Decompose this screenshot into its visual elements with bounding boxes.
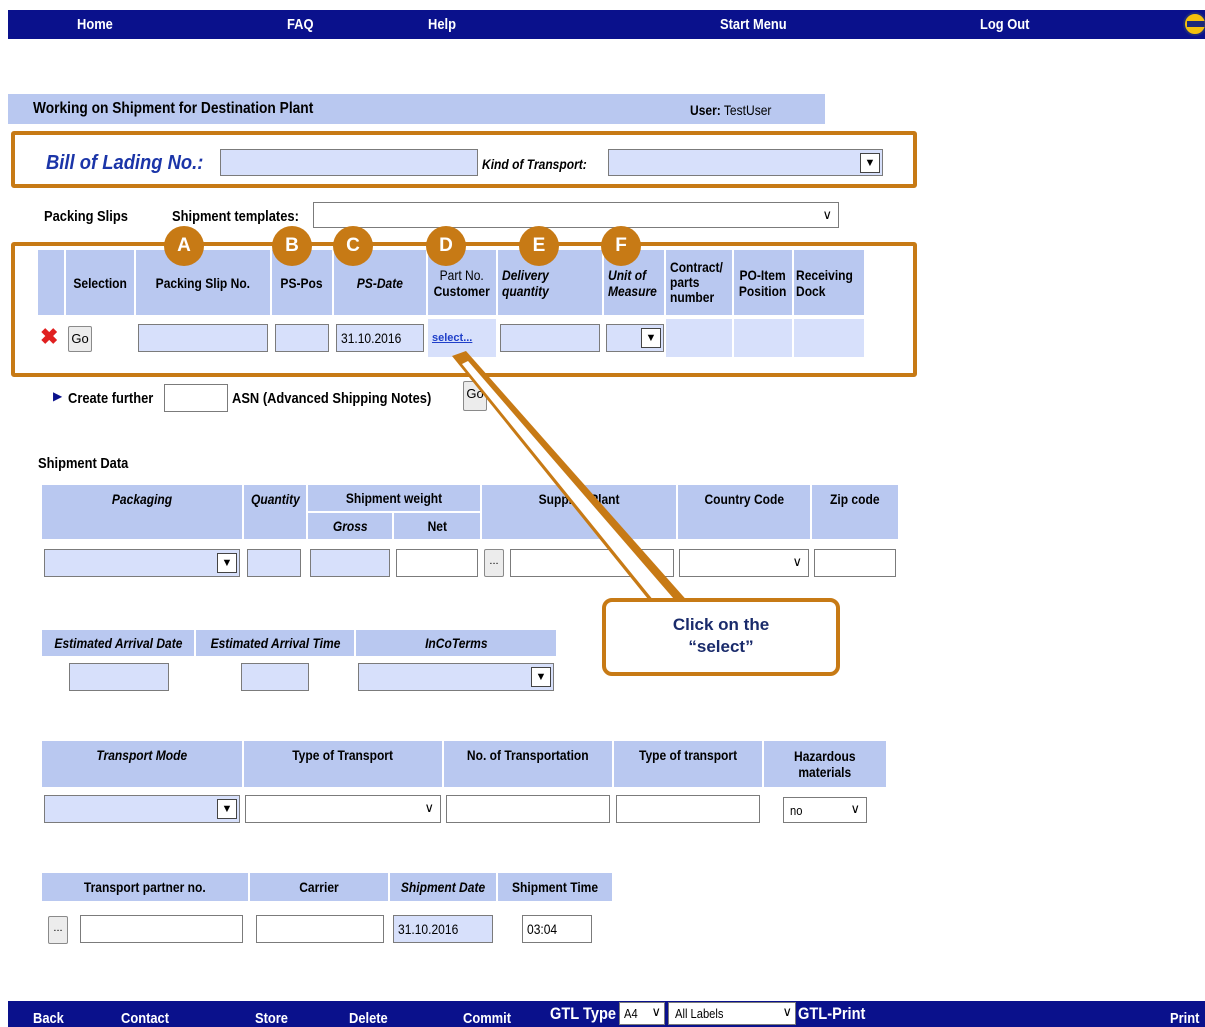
chevron-down-icon: ∨ bbox=[651, 1004, 661, 1019]
callout-pointer bbox=[452, 351, 690, 606]
bottom-toolbar: Back Contact Store Delete Commit GTL Typ… bbox=[8, 1001, 1205, 1027]
chevron-down-icon: ∨ bbox=[782, 1004, 792, 1019]
store-link[interactable]: Store bbox=[255, 1010, 288, 1027]
labels-select[interactable]: All Labels ∨ bbox=[668, 1002, 796, 1025]
gtl-type-label: GTL Type bbox=[550, 1004, 617, 1023]
gtl-print-link[interactable]: GTL-Print bbox=[798, 1004, 865, 1024]
paper-size-select[interactable]: A4 ∨ bbox=[619, 1002, 665, 1025]
contact-link[interactable]: Contact bbox=[121, 1010, 169, 1027]
print-link[interactable]: Print bbox=[1170, 1010, 1199, 1027]
delete-link[interactable]: Delete bbox=[349, 1010, 388, 1027]
commit-link[interactable]: Commit bbox=[463, 1010, 511, 1027]
callout-line-1: Click on the bbox=[672, 615, 770, 634]
callout-click-select: Click on the “select” bbox=[602, 598, 840, 676]
callout-line-2: “select” bbox=[688, 637, 754, 656]
back-link[interactable]: Back bbox=[33, 1010, 64, 1027]
